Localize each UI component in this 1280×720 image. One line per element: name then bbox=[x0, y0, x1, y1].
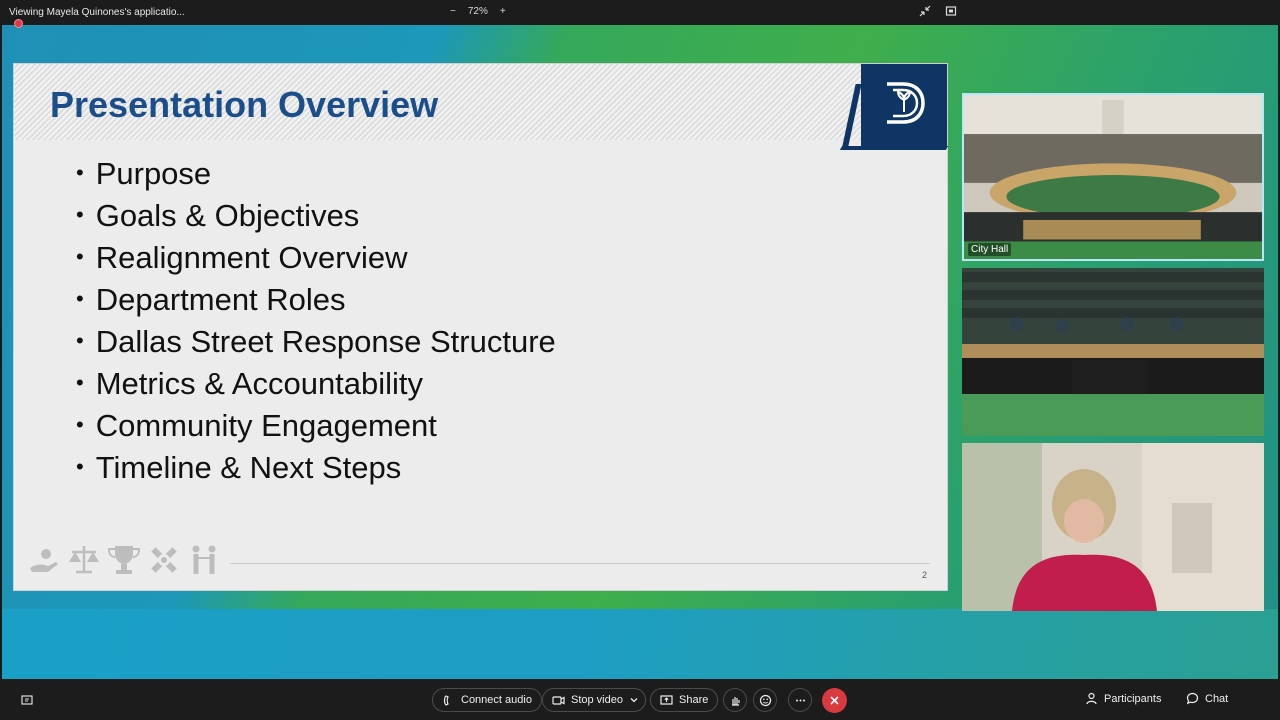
meeting-toolbar: Connect audio Stop video Share Participa… bbox=[0, 680, 1280, 720]
share-button[interactable]: Share bbox=[650, 688, 719, 712]
participants-button[interactable]: Participants bbox=[1085, 692, 1161, 705]
video-camera-icon bbox=[552, 695, 565, 705]
chat-button[interactable]: Chat bbox=[1186, 692, 1228, 705]
bullet-item: Community Engagement bbox=[76, 408, 556, 450]
zoom-controls: − 72% + bbox=[450, 6, 506, 17]
collapse-icon[interactable] bbox=[919, 5, 931, 17]
bullet-item: Dallas Street Response Structure bbox=[76, 324, 556, 366]
reactions-button[interactable] bbox=[753, 688, 777, 712]
city-logo bbox=[861, 64, 947, 146]
connect-audio-button[interactable]: Connect audio bbox=[432, 688, 542, 712]
chat-label: Chat bbox=[1205, 692, 1229, 705]
close-icon bbox=[830, 696, 839, 705]
more-options-button[interactable] bbox=[788, 688, 812, 712]
video-tile-label: City Hall bbox=[968, 243, 1012, 256]
participants-label: Participants bbox=[1104, 692, 1162, 705]
emoji-icon bbox=[759, 694, 771, 706]
bullet-item: Purpose bbox=[76, 156, 556, 198]
slide-bullet-list: Purpose Goals & Objectives Realignment O… bbox=[76, 156, 556, 492]
stop-video-label: Stop video bbox=[571, 694, 623, 706]
connect-audio-label: Connect audio bbox=[461, 694, 532, 706]
video-tile-participant[interactable] bbox=[962, 443, 1264, 611]
sharing-status-title: Viewing Mayela Quinones's applicatio... bbox=[9, 7, 185, 18]
more-dots-icon bbox=[795, 699, 805, 701]
community-star-icon bbox=[151, 547, 177, 573]
helping-hand-icon bbox=[30, 549, 58, 572]
presentation-slide: Presentation Overview Purpose Goals & Ob… bbox=[14, 64, 947, 590]
recording-indicator-icon bbox=[14, 19, 23, 28]
share-label: Share bbox=[679, 694, 709, 706]
bullet-item: Goals & Objectives bbox=[76, 198, 556, 240]
zoom-level: 72% bbox=[467, 6, 488, 17]
pop-out-icon[interactable] bbox=[945, 5, 957, 17]
bullet-item: Department Roles bbox=[76, 282, 556, 324]
slide-title: Presentation Overview bbox=[50, 84, 439, 125]
slide-page-number: 2 bbox=[922, 570, 928, 580]
zoom-in-button[interactable]: + bbox=[500, 6, 506, 17]
top-bar: Viewing Mayela Quinones's applicatio... … bbox=[0, 0, 1280, 25]
speakers-desk-video bbox=[962, 268, 1264, 436]
share-screen-icon bbox=[660, 694, 673, 705]
video-tile-city-hall[interactable]: City Hall bbox=[962, 93, 1264, 261]
top-bar-actions bbox=[919, 5, 957, 17]
slide-footer-icons bbox=[26, 542, 222, 578]
raise-hand-icon bbox=[731, 696, 740, 706]
chat-icon bbox=[1186, 692, 1199, 705]
participant-video bbox=[962, 443, 1264, 611]
chevron-down-icon[interactable] bbox=[629, 695, 639, 705]
zoom-out-button[interactable]: − bbox=[450, 6, 456, 17]
council-chamber-video bbox=[964, 95, 1262, 259]
scales-of-justice-icon bbox=[69, 546, 99, 574]
video-tile-speakers[interactable] bbox=[962, 268, 1264, 436]
layout-icon[interactable] bbox=[20, 693, 34, 707]
participants-icon bbox=[1086, 692, 1097, 705]
audio-icon bbox=[443, 694, 449, 706]
bullet-item: Realignment Overview bbox=[76, 240, 556, 282]
end-call-button[interactable] bbox=[822, 688, 847, 713]
dallas-logo-icon bbox=[887, 82, 925, 124]
bullet-item: Metrics & Accountability bbox=[76, 366, 556, 408]
raise-hand-button[interactable] bbox=[723, 688, 747, 712]
people-icon bbox=[192, 545, 216, 574]
bullet-item: Timeline & Next Steps bbox=[76, 450, 556, 492]
trophy-icon bbox=[107, 546, 141, 574]
